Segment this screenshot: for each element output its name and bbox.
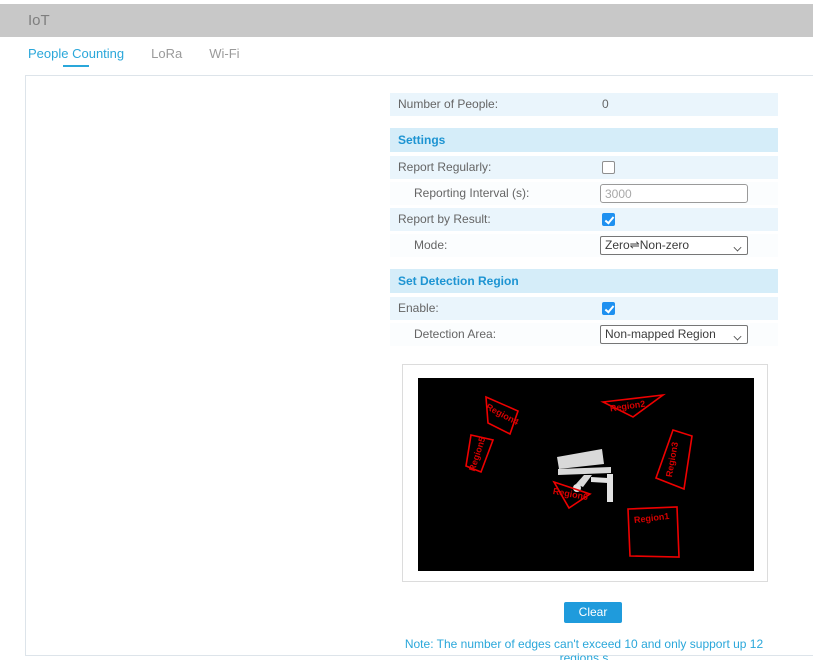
row-reporting-interval: Reporting Interval (s): — [390, 182, 778, 205]
row-mode: Mode: Zero⇌Non-zero — [390, 234, 778, 257]
chevron-down-icon — [734, 244, 742, 249]
detection-area-label: Detection Area: — [414, 327, 497, 341]
tab-lora[interactable]: LoRa — [151, 44, 182, 65]
row-detection-area: Detection Area: Non-mapped Region — [390, 323, 778, 346]
chevron-down-icon — [734, 333, 742, 338]
settings-section-header: Settings — [390, 128, 778, 152]
report-regularly-checkbox[interactable] — [602, 161, 615, 174]
row-report-by-result: Report by Result: — [390, 208, 778, 231]
number-of-people-value: 0 — [602, 97, 609, 111]
tab-wifi[interactable]: Wi-Fi — [209, 44, 239, 65]
enable-label: Enable: — [398, 301, 439, 315]
tab-people-counting[interactable]: People Counting — [28, 44, 124, 67]
detection-section-header: Set Detection Region — [390, 269, 778, 293]
page: IoT People Counting LoRa Wi-Fi Number of… — [0, 0, 813, 660]
reporting-interval-label: Reporting Interval (s): — [414, 186, 530, 200]
tabbar: People Counting LoRa Wi-Fi — [28, 44, 240, 67]
detection-canvas[interactable]: Region1 Region2 Region3 Region4 Region5 Regio… — [418, 378, 754, 571]
page-title: IoT — [28, 12, 50, 29]
report-by-result-checkbox[interactable] — [602, 213, 615, 226]
region-label-region1: Region1 — [633, 511, 669, 525]
clear-button[interactable]: Clear — [564, 602, 622, 623]
report-by-result-label: Report by Result: — [398, 212, 491, 226]
page-header-bar: IoT — [0, 4, 813, 37]
mode-label: Mode: — [414, 238, 448, 252]
reporting-interval-input — [600, 184, 748, 203]
detection-area-select-value: Non-mapped Region — [605, 327, 716, 341]
note-text: Note: The number of edges can't exceed 1… — [404, 637, 764, 660]
region-label-region6: Region6 — [552, 486, 589, 502]
active-tab-underline — [63, 65, 90, 67]
report-regularly-label: Report Regularly: — [398, 160, 492, 174]
number-of-people-label: Number of People: — [398, 97, 499, 111]
detection-canvas-card: Region1 Region2 Region3 Region4 Region5 Regio… — [402, 364, 768, 582]
tab-label: LoRa — [151, 46, 183, 61]
mode-select-value: Zero⇌Non-zero — [605, 238, 690, 252]
detection-canvas-svg: Region1Region2Region3Region4Region5Regio… — [465, 393, 693, 558]
row-number-of-people: Number of People: 0 — [390, 93, 778, 116]
tab-label: People Counting — [28, 46, 125, 61]
row-report-regularly: Report Regularly: — [390, 156, 778, 179]
detection-section-title: Set Detection Region — [398, 274, 519, 288]
tab-label: Wi-Fi — [209, 46, 240, 61]
enable-checkbox[interactable] — [602, 302, 615, 315]
settings-section-title: Settings — [398, 133, 446, 147]
detection-area-select[interactable]: Non-mapped Region — [600, 325, 748, 344]
row-enable: Enable: — [390, 297, 778, 320]
mode-select[interactable]: Zero⇌Non-zero — [600, 236, 748, 255]
